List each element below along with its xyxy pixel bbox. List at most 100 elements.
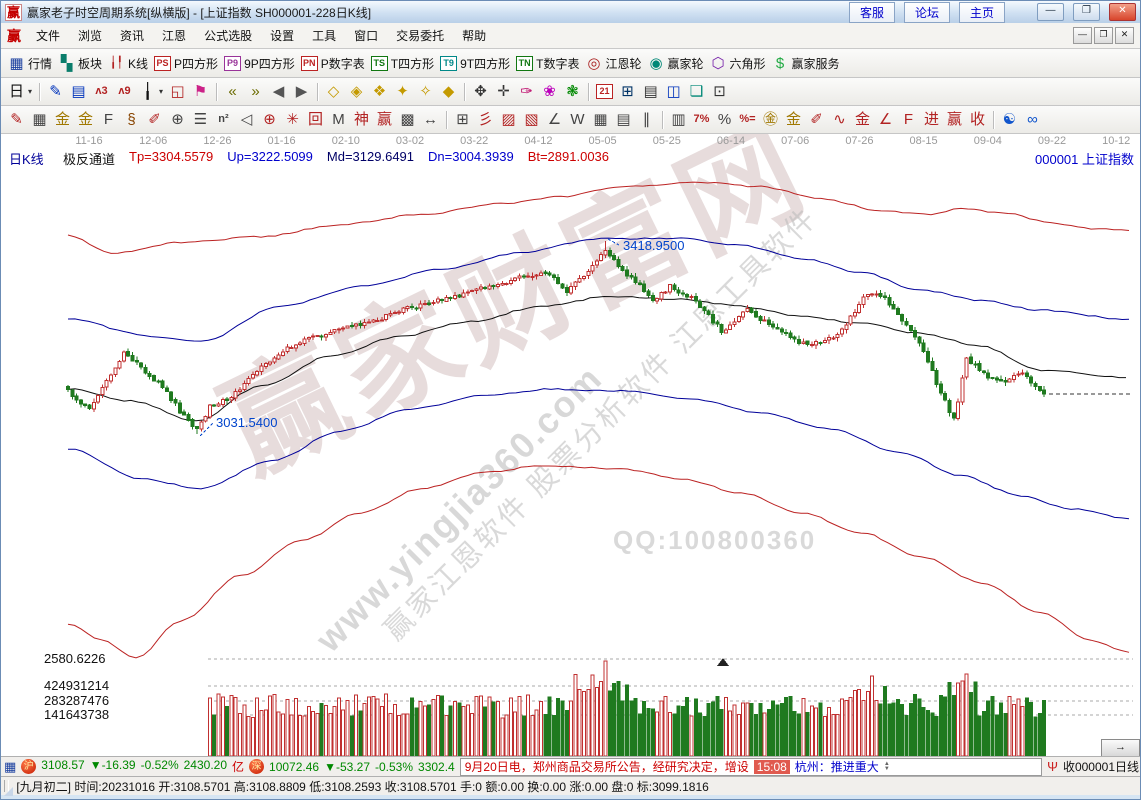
circle-grid-tool[interactable]: ⊕: [166, 110, 189, 129]
angle-line-tool[interactable]: ∠: [874, 110, 897, 129]
n2-tool[interactable]: n²: [212, 110, 235, 129]
menu-trade-entrust[interactable]: 交易委托: [387, 25, 453, 46]
brush-candle-tool[interactable]: ✐: [805, 110, 828, 129]
menu-window[interactable]: 窗口: [345, 25, 387, 46]
p9-square-button[interactable]: P99P四方形: [221, 54, 298, 73]
pin-tool[interactable]: ✑: [515, 82, 538, 101]
chart-pane[interactable]: 赢家财富网赢家江恩软件 股票分析软件 江恩工具软件www.yingjia360.…: [1, 134, 1141, 756]
p-number-table-button[interactable]: PNP数字表: [298, 54, 368, 73]
percent-tool[interactable]: %: [713, 110, 736, 129]
period-selector[interactable]: 日▾: [5, 82, 35, 101]
trend-angle-tool[interactable]: ∠: [543, 110, 566, 129]
brain-tool[interactable]: ❃: [561, 82, 584, 101]
pct-line-tool[interactable]: %=: [736, 110, 759, 129]
menu-tools[interactable]: 工具: [303, 25, 345, 46]
calendar-button[interactable]: 21: [593, 83, 616, 100]
winner-service-button[interactable]: $赢家服务: [769, 54, 843, 73]
hexagon-button[interactable]: ⬡六角形: [707, 54, 769, 73]
pencil-tool[interactable]: ✎: [5, 110, 28, 129]
winner-wheel-button[interactable]: ◉赢家轮: [644, 54, 706, 73]
t-square-button[interactable]: TST四方形: [368, 54, 437, 73]
color-kline-tool[interactable]: ⚑: [189, 82, 212, 101]
shou-angle-tool[interactable]: 收: [966, 110, 989, 129]
kline-button[interactable]: ╽╿K线: [105, 54, 151, 73]
diamond-right-button[interactable]: ✦: [391, 82, 414, 101]
brush-tool[interactable]: ✐: [143, 110, 166, 129]
calculator-button[interactable]: ⊞: [616, 82, 639, 101]
yinyang-icon[interactable]: ☯: [998, 110, 1021, 129]
diamond-close-button[interactable]: ◈: [345, 82, 368, 101]
f-grid-tool[interactable]: F: [97, 110, 120, 129]
wave-line-tool[interactable]: ∿: [828, 110, 851, 129]
grid-tool[interactable]: ▦: [28, 110, 51, 129]
scroll-right-button[interactable]: →: [1101, 739, 1140, 757]
mini-wave3-tool[interactable]: ʌ3: [90, 82, 113, 101]
save-button[interactable]: ◫: [662, 82, 685, 101]
diamond-open-button[interactable]: ◇: [322, 82, 345, 101]
axis-box-tool[interactable]: ⊞: [451, 110, 474, 129]
jin-angle-tool[interactable]: 进: [920, 110, 943, 129]
quotes-button[interactable]: ▦行情: [5, 54, 55, 73]
diamond-down-button[interactable]: ◆: [437, 82, 460, 101]
maximize-button[interactable]: ❐: [1073, 3, 1100, 21]
mdi-close-button[interactable]: ✕: [1115, 27, 1134, 44]
ying-angle-tool[interactable]: 赢: [943, 110, 966, 129]
dense-grid-tool[interactable]: ▩: [396, 110, 419, 129]
hand-tool[interactable]: ✥: [469, 82, 492, 101]
crosshair-tool[interactable]: ✛: [492, 82, 515, 101]
ying-grid-tool[interactable]: 赢: [373, 110, 396, 129]
mask-tool[interactable]: ❀: [538, 82, 561, 101]
mirror-angle-tool[interactable]: ◁: [235, 110, 258, 129]
share-button[interactable]: ❏: [685, 82, 708, 101]
mdi-minimize-button[interactable]: —: [1073, 27, 1092, 44]
homepage-button[interactable]: 主页: [959, 2, 1005, 23]
resize-grip[interactable]: [4, 787, 13, 796]
mdi-restore-button[interactable]: ❐: [1094, 27, 1113, 44]
minimize-button[interactable]: —: [1037, 3, 1064, 21]
menu-settings[interactable]: 设置: [261, 25, 303, 46]
diamond-left-button[interactable]: ❖: [368, 82, 391, 101]
comb-tool[interactable]: ☰: [189, 110, 212, 129]
spiral-tool[interactable]: §: [120, 110, 143, 129]
t9-square-button[interactable]: T99T四方形: [437, 54, 513, 73]
gann-wheel-button[interactable]: ◎江恩轮: [582, 54, 644, 73]
gold-angle-tool[interactable]: 金: [851, 110, 874, 129]
news-ticker[interactable]: 9月20日电，郑州商品交易所公告，经研究决定，增设 15:08 杭州：推进重大 …: [460, 758, 1042, 776]
f-angle-tool[interactable]: F: [897, 110, 920, 129]
gold-grid2-tool[interactable]: 金: [74, 110, 97, 129]
last-page-button[interactable]: »: [244, 82, 267, 101]
starburst-tool[interactable]: ✳: [281, 110, 304, 129]
pct-seven-tool[interactable]: 7%: [690, 110, 713, 129]
menu-file[interactable]: 文件: [27, 25, 69, 46]
chip-distribution-tool[interactable]: ◱: [166, 82, 189, 101]
gold-grid-tool[interactable]: 金: [51, 110, 74, 129]
fan-box2-tool[interactable]: ▧: [520, 110, 543, 129]
sketch-tool[interactable]: ✎: [44, 82, 67, 101]
gold-line-tool[interactable]: 金: [782, 110, 805, 129]
menu-formula-picker[interactable]: 公式选股: [195, 25, 261, 46]
t-number-table-button[interactable]: TNT数字表: [513, 54, 582, 73]
close-button[interactable]: ✕: [1109, 3, 1136, 21]
menu-browse[interactable]: 浏览: [69, 25, 111, 46]
prev-bar-button[interactable]: ◀: [267, 82, 290, 101]
zigzag-tool[interactable]: W: [566, 110, 589, 129]
menu-news[interactable]: 资讯: [111, 25, 153, 46]
news-scroll-spinner[interactable]: ▲▼: [884, 762, 890, 772]
menu-gann[interactable]: 江恩: [153, 25, 195, 46]
span-arrow-tool[interactable]: ↔: [419, 110, 442, 129]
mini-wave9-tool[interactable]: ʌ9: [113, 82, 136, 101]
candle-style-selector[interactable]: ╽▾: [136, 82, 166, 101]
grid5-tool[interactable]: ▦: [589, 110, 612, 129]
print-button[interactable]: ⊡: [708, 82, 731, 101]
forum-button[interactable]: 论坛: [904, 2, 950, 23]
first-page-button[interactable]: «: [221, 82, 244, 101]
m-line-tool[interactable]: M: [327, 110, 350, 129]
pct-table-tool[interactable]: ▥: [667, 110, 690, 129]
next-bar-button[interactable]: ▶: [290, 82, 313, 101]
infinity-icon[interactable]: ∞: [1021, 110, 1044, 129]
customer-service-button[interactable]: 客服: [849, 2, 895, 23]
notepad-button[interactable]: ▤: [639, 82, 662, 101]
notes-tool[interactable]: ▤: [67, 82, 90, 101]
p-square-button[interactable]: PSP四方形: [151, 54, 221, 73]
fan-box-tool[interactable]: ▨: [497, 110, 520, 129]
